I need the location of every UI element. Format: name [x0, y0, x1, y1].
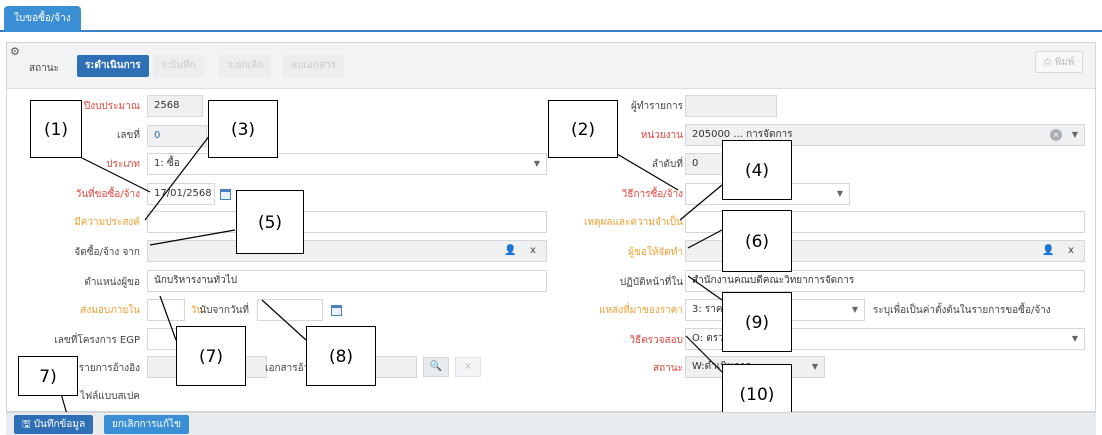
save-button[interactable]: 🖫 บันทึกข้อมูล — [14, 415, 94, 434]
callout-line-3 — [144, 134, 211, 221]
bottom-action-bar: 🖫 บันทึกข้อมูล ยกเลิกการแก้ไข — [6, 412, 1096, 435]
callout-5: (5) — [236, 190, 304, 254]
callout-line-5 — [149, 229, 236, 246]
callout-line-4 — [679, 184, 723, 221]
callout-7-bottom: 7) — [18, 356, 78, 396]
callout-line-10 — [685, 335, 723, 373]
callout-9: (9) — [722, 292, 792, 352]
callout-line-6 — [687, 229, 723, 249]
cancel-edit-button[interactable]: ยกเลิกการแก้ไข — [104, 415, 189, 434]
callout-line-9 — [687, 275, 723, 301]
annotation-lines — [59, 134, 723, 419]
callout-7: (7) — [176, 326, 246, 386]
callout-1: (1) — [30, 100, 82, 158]
callout-6: (6) — [722, 210, 792, 272]
callout-4: (4) — [722, 140, 792, 200]
callout-3: (3) — [208, 100, 278, 158]
callout-line-1 — [81, 157, 151, 193]
app-root: ใบขอซื้อ/จ้าง ⚙ สถานะ ร:ดำเนินการ ร:บันท… — [0, 0, 1102, 435]
save-label: บันทึกข้อมูล — [33, 419, 86, 430]
callout-8: (8) — [306, 326, 376, 386]
callout-2: (2) — [548, 100, 618, 158]
callout-line-8 — [261, 299, 307, 341]
callout-line-7 — [159, 295, 177, 341]
